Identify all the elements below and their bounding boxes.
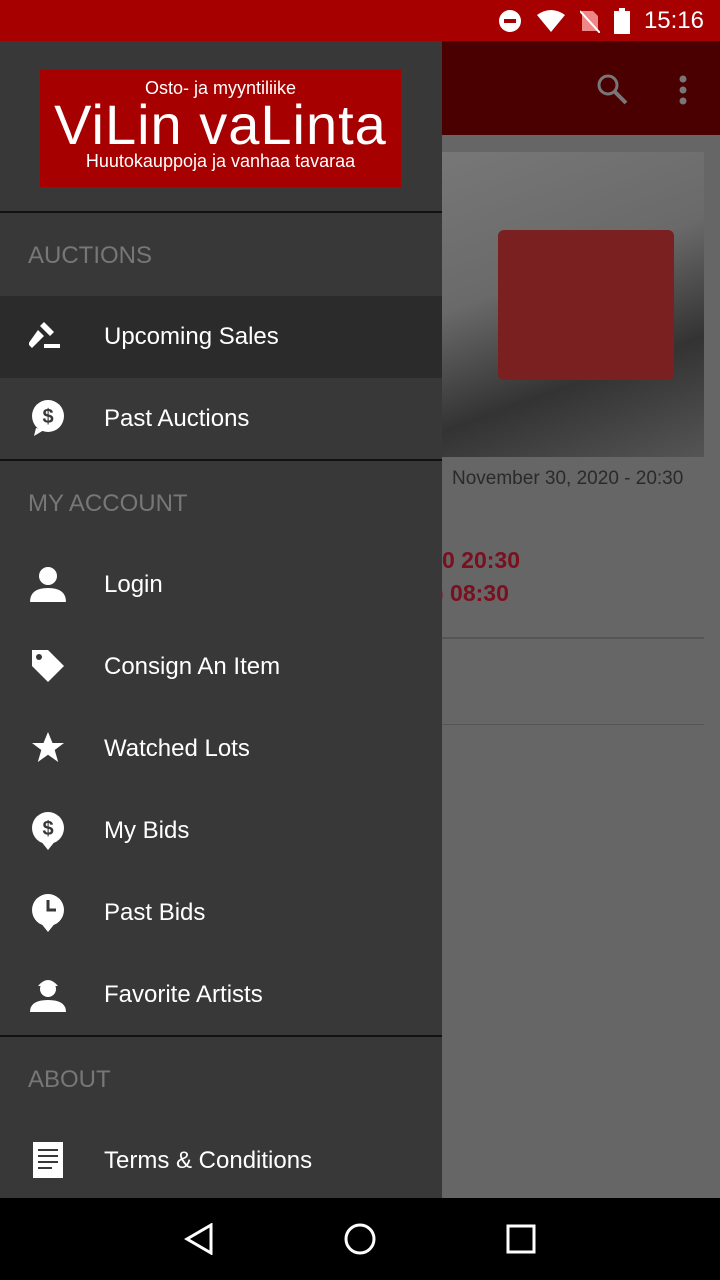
more-options-icon[interactable] [678,75,688,105]
drawer-item-label: Past Auctions [104,405,250,432]
tag-icon [32,650,64,682]
drawer-item-watched-lots[interactable]: Watched Lots [0,708,442,790]
recents-icon[interactable] [506,1224,536,1254]
clock: 15:16 [643,6,704,34]
auction-image[interactable] [442,152,704,457]
dnd-icon [498,9,521,32]
drawer-item-label: My Bids [104,817,190,844]
clock-pin-icon [32,894,64,932]
logo: Osto- ja myyntiliike ViLin vaLinta Huutoka… [40,70,401,187]
back-icon[interactable] [184,1223,214,1255]
section-header: MY ACCOUNT [28,490,188,517]
divider [0,211,442,213]
star-icon [32,732,64,762]
drawer-item-consign-an-item[interactable]: Consign An Item [0,626,442,708]
drawer-item-upcoming-sales[interactable]: Upcoming Sales [0,296,442,378]
drawer-item-terms-conditions[interactable]: Terms & Conditions [0,1120,442,1202]
drawer-item-label: Favorite Artists [104,981,263,1008]
person-icon [30,567,66,602]
section-header: AUCTIONS [28,242,153,269]
gavel-icon [29,322,60,348]
battery-icon [613,7,630,34]
search-icon[interactable] [596,73,628,105]
drawer-item-label: Consign An Item [104,653,281,680]
artist-icon [30,980,66,1012]
document-icon [33,1142,63,1178]
auction-start-time: 0 20:30 [442,547,521,573]
dollar-bubble-icon: $ [32,400,64,436]
divider [0,1035,442,1037]
drawer-item-favorite-artists[interactable]: Favorite Artists [0,954,442,1036]
auction-end-time: ) 08:30 [436,580,509,606]
drawer-item-label: Upcoming Sales [104,323,279,350]
drawer-item-label: Terms & Conditions [104,1147,313,1174]
divider [442,637,704,639]
drawer-item-my-bids[interactable]: $ My Bids [0,790,442,872]
drawer-item-label: Past Bids [104,899,206,926]
navigation-drawer: Osto- ja myyntiliike ViLin vaLinta Huutoka… [0,41,442,1198]
wifi-icon [536,9,565,32]
divider [0,459,442,461]
auction-date: November 30, 2020 - 20:30 [452,468,684,489]
drawer-item-label: Login [104,571,163,598]
drawer-item-label: Watched Lots [104,735,250,762]
home-icon[interactable] [343,1222,377,1256]
divider [442,724,704,725]
drawer-item-past-auctions[interactable]: $ Past Auctions [0,378,442,460]
dollar-pin-icon: $ [32,812,64,850]
no-sim-icon [579,9,600,33]
svg-text:$: $ [42,406,53,428]
section-header: ABOUT [28,1066,111,1093]
status-bar: 15:16 [0,0,720,41]
drawer-item-login[interactable]: Login [0,544,442,626]
navigation-bar [0,1198,720,1280]
svg-text:$: $ [42,818,53,840]
drawer-item-past-bids[interactable]: Past Bids [0,872,442,954]
